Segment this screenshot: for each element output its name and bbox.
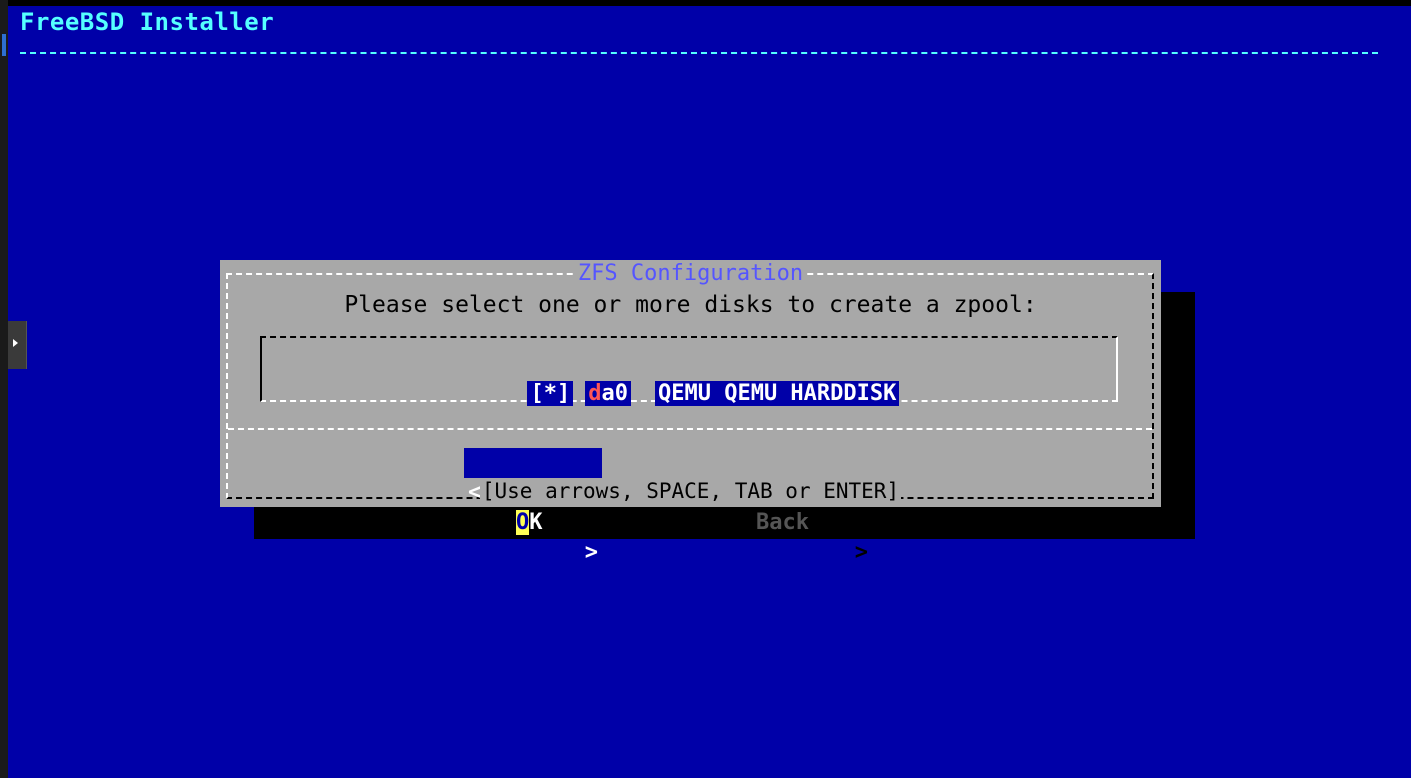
back-button-label: Back <box>756 510 809 535</box>
side-panel-handle[interactable] <box>8 321 27 369</box>
key-hint: [Use arrows, SPACE, TAB or ENTER] <box>479 479 902 503</box>
back-button[interactable]: < Back > <box>720 448 870 565</box>
disk-checkbox[interactable]: [*] <box>527 381 574 406</box>
dialog-prompt: Please select one or more disks to creat… <box>344 292 1037 318</box>
ok-button-right-bracket: > <box>584 540 598 565</box>
back-button-right-bracket: > <box>854 540 868 565</box>
dialog-title-wrap: ZFS Configuration <box>220 261 1161 286</box>
window-left-edge <box>0 0 8 778</box>
zfs-configuration-dialog: ZFS Configuration Please select one or m… <box>220 260 1161 565</box>
ok-button-label-rest: K <box>529 510 543 535</box>
ok-button-hotkey: O <box>516 510 530 535</box>
disk-list: [*] da0 QEMU QEMU HARDDISK <box>260 336 1118 406</box>
button-separator <box>228 428 1152 430</box>
key-hint-wrap: [Use arrows, SPACE, TAB or ENTER] <box>220 479 1161 503</box>
disk-name: da0 <box>585 381 631 406</box>
button-bar: < OK > < Back > <box>220 448 1161 565</box>
dialog-title: ZFS Configuration <box>573 261 808 286</box>
chevron-right-icon <box>13 339 18 347</box>
disk-name-hotkey: d <box>588 381 602 406</box>
list-item[interactable]: [*] da0 QEMU QEMU HARDDISK <box>448 355 900 406</box>
ok-button[interactable]: < OK > <box>464 448 602 565</box>
disk-description: QEMU QEMU HARDDISK <box>654 381 900 406</box>
disk-name-rest: a0 <box>601 381 628 406</box>
ok-button-label: OK <box>516 508 543 538</box>
focus-marker <box>2 34 6 56</box>
installer-title: FreeBSD Installer <box>20 8 275 36</box>
title-divider <box>20 52 1378 54</box>
